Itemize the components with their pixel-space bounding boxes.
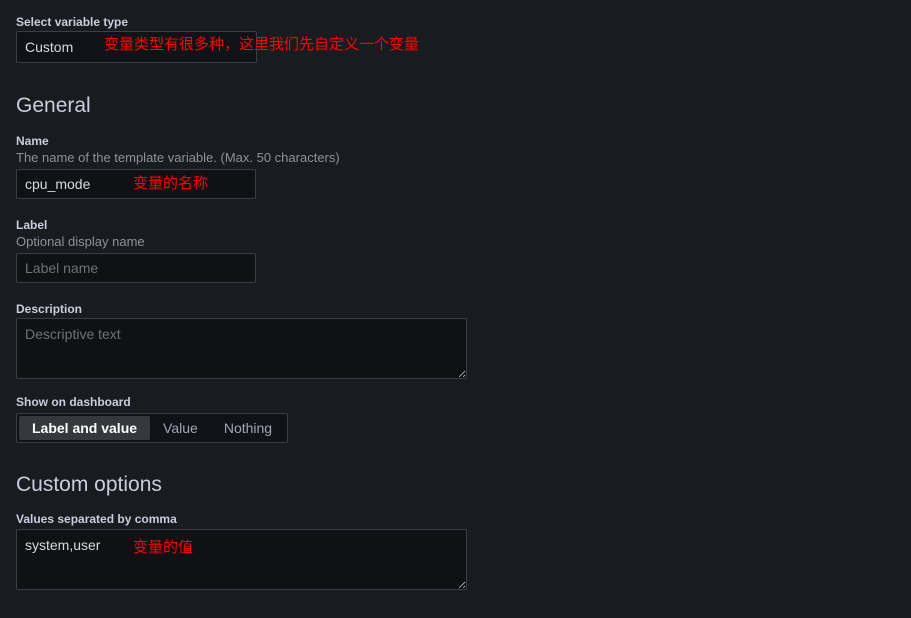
name-input[interactable] [16, 169, 256, 199]
values-textarea[interactable] [16, 529, 467, 590]
show-on-dashboard-radio-group: Label and value Value Nothing [16, 413, 289, 443]
name-field-label: Name [16, 134, 49, 148]
radio-option-value[interactable]: Value [150, 416, 211, 440]
variable-type-selected-value: Custom [25, 39, 74, 55]
description-textarea[interactable] [16, 318, 467, 379]
values-field-label: Values separated by comma [16, 512, 177, 526]
variable-type-select[interactable]: Custom [16, 31, 257, 63]
variable-editor-page: Select variable type Custom 变量类型有很多种，这里我… [0, 0, 911, 618]
general-section-heading: General [16, 94, 91, 117]
custom-options-section-heading: Custom options [16, 473, 162, 496]
radio-option-label-and-value[interactable]: Label and value [19, 416, 151, 440]
label-input[interactable] [16, 253, 256, 283]
name-field-description: The name of the template variable. (Max.… [16, 150, 340, 165]
label-field-description: Optional display name [16, 234, 145, 249]
label-field-label: Label [16, 218, 48, 232]
description-field-label: Description [16, 302, 83, 316]
show-on-dashboard-label: Show on dashboard [16, 395, 131, 409]
radio-option-nothing[interactable]: Nothing [211, 416, 285, 440]
variable-type-label: Select variable type [16, 15, 129, 29]
